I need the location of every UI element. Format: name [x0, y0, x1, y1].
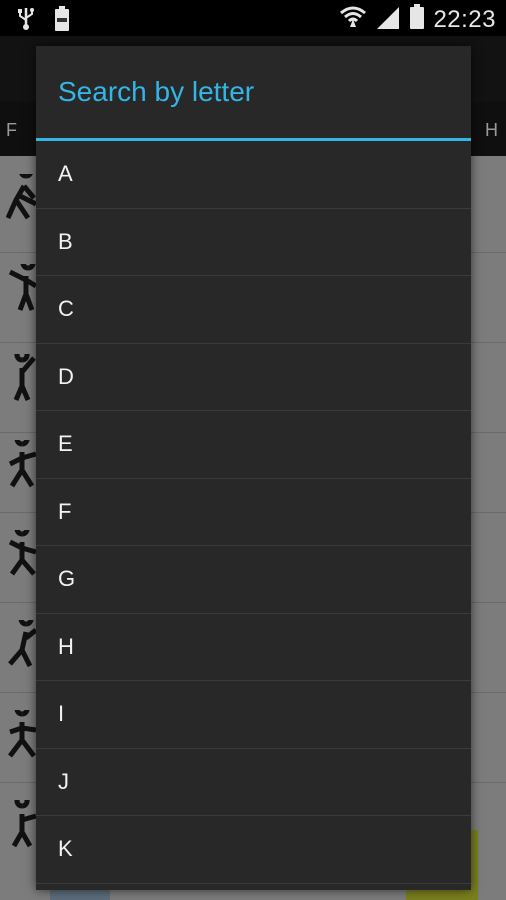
tab-letter-right: H: [485, 120, 498, 140]
martial-artist-figure-icon: [8, 530, 37, 576]
letter-option-h[interactable]: H: [36, 614, 471, 681]
martial-artist-figure-icon: [8, 440, 37, 488]
letter-option-k[interactable]: K: [36, 816, 471, 884]
letter-option-j[interactable]: J: [36, 749, 471, 816]
wifi-icon: [339, 5, 367, 34]
tab-letter-left: F: [6, 120, 17, 140]
search-by-letter-dialog: Search by letter ABCDEFGHIJK: [36, 46, 471, 890]
battery-icon: [409, 4, 425, 35]
battery-saver-icon: [54, 6, 70, 37]
martial-artist-figure-icon: [8, 710, 37, 758]
usb-icon: [16, 6, 36, 37]
martial-artist-figure-icon: [8, 264, 38, 311]
martial-artist-figure-icon: [11, 800, 37, 848]
dialog-title: Search by letter: [58, 76, 255, 107]
status-bar: 22:23: [0, 0, 506, 36]
letter-list: ABCDEFGHIJK: [36, 141, 471, 884]
martial-artist-figure-icon: [6, 174, 38, 220]
letter-option-g[interactable]: G: [36, 546, 471, 614]
martial-artist-figure-icon: [13, 354, 36, 401]
letter-option-e[interactable]: E: [36, 411, 471, 479]
letter-option-a[interactable]: A: [36, 141, 471, 209]
letter-option-f[interactable]: F: [36, 479, 471, 546]
letter-option-c[interactable]: C: [36, 276, 471, 344]
letter-option-b[interactable]: B: [36, 209, 471, 276]
martial-artist-figure-icon: [8, 620, 38, 668]
signal-icon: [375, 5, 401, 34]
letter-option-i[interactable]: I: [36, 681, 471, 749]
letter-option-d[interactable]: D: [36, 344, 471, 411]
clock: 22:23: [433, 5, 496, 33]
